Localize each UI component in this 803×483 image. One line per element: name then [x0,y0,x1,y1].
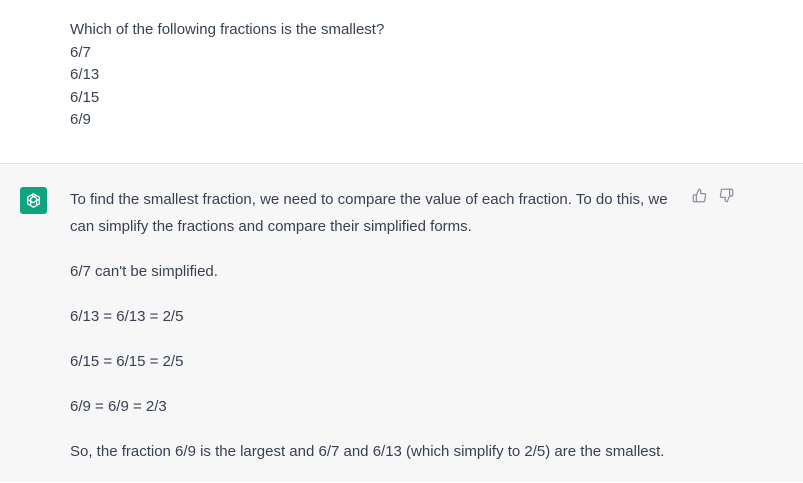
assistant-paragraph: 6/7 can't be simplified. [70,263,218,280]
assistant-paragraph: 6/15 = 6/15 = 2/5 [70,353,184,370]
assistant-message-text: To find the smallest fraction, we need t… [70,186,680,483]
assistant-message: To find the smallest fraction, we need t… [0,164,803,482]
assistant-paragraph: To find the smallest fraction, we need t… [70,191,668,235]
thumbs-up-icon [692,188,707,203]
assistant-paragraph: 6/13 = 6/13 = 2/5 [70,308,184,325]
thumbs-down-icon [719,188,734,203]
user-message-line: 6/15 [70,88,100,106]
assistant-avatar [20,187,47,214]
thumbs-up-button[interactable] [692,188,707,203]
user-message-line: 6/13 [70,66,100,83]
user-message-line: 6/7 [70,43,91,61]
user-message-text: Which of the following fractions is the … [70,19,384,132]
thumbs-down-button[interactable] [719,188,734,203]
user-message: Which of the following fractions is the … [0,0,803,164]
openai-logo-icon [27,193,40,208]
assistant-paragraph: So, the fraction 6/9 is the largest and … [70,443,665,460]
user-message-line: Which of the following fractions is the … [70,21,385,38]
assistant-paragraph: 6/9 = 6/9 = 2/3 [70,398,167,415]
user-message-line: 6/9 [70,111,91,128]
feedback-buttons [692,188,734,203]
